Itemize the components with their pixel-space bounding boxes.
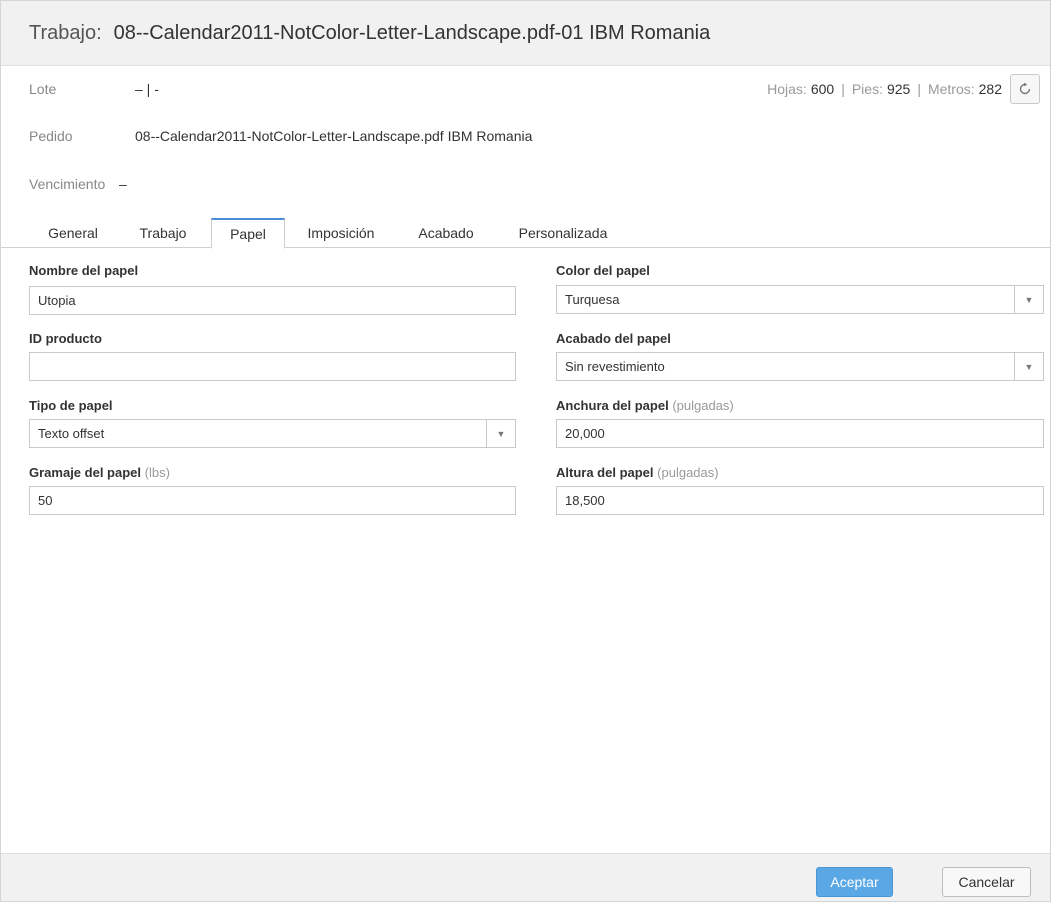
- lote-row: Lote – | -: [29, 77, 159, 101]
- hojas-value: 600: [810, 81, 835, 97]
- metros-label: Metros:: [927, 81, 975, 97]
- lote-value: – | -: [135, 81, 159, 97]
- stats-summary: Hojas: 600 | Pies: 925 | Metros: 282: [767, 77, 1002, 101]
- header-prefix: Trabajo:: [29, 21, 102, 44]
- vencimiento-value: –: [119, 176, 127, 192]
- color-papel-value: Turquesa: [565, 292, 620, 307]
- chevron-down-icon[interactable]: ▼: [486, 420, 515, 447]
- anchura-unit: (pulgadas): [672, 398, 734, 413]
- tab-imposicion[interactable]: Imposición: [293, 218, 389, 248]
- dialog-footer: Aceptar Cancelar: [1, 853, 1050, 901]
- refresh-icon: [1019, 82, 1031, 95]
- refresh-button[interactable]: [1010, 74, 1040, 104]
- nombre-papel-label: Nombre del papel: [29, 263, 139, 278]
- lote-label: Lote: [29, 81, 57, 97]
- vencimiento-row: Vencimiento –: [29, 172, 127, 196]
- pedido-value: 08--Calendar2011-NotColor-Letter-Landsca…: [135, 128, 533, 144]
- anchura-label-text: Anchura del papel: [556, 398, 669, 413]
- altura-papel-input[interactable]: 18,500: [556, 486, 1044, 515]
- anchura-papel-input[interactable]: 20,000: [556, 419, 1044, 448]
- pedido-label: Pedido: [29, 128, 73, 144]
- pies-value: 925: [886, 81, 911, 97]
- tipo-papel-select[interactable]: Texto offset ▼: [29, 419, 516, 448]
- altura-papel-label: Altura del papel (pulgadas): [556, 465, 719, 480]
- cancel-button[interactable]: Cancelar: [942, 867, 1031, 897]
- accept-button[interactable]: Aceptar: [816, 867, 893, 897]
- stats-separator: |: [917, 81, 921, 97]
- tipo-papel-value: Texto offset: [38, 426, 105, 441]
- gramaje-papel-input[interactable]: 50: [29, 486, 516, 515]
- tipo-papel-label: Tipo de papel: [29, 398, 113, 413]
- altura-unit: (pulgadas): [657, 465, 719, 480]
- nombre-papel-input[interactable]: Utopia: [29, 286, 516, 315]
- tab-personalizada[interactable]: Personalizada: [503, 218, 623, 248]
- color-papel-label: Color del papel: [556, 263, 650, 278]
- pies-label: Pies:: [851, 81, 883, 97]
- dialog-header: Trabajo: 08--Calendar2011-NotColor-Lette…: [1, 1, 1050, 66]
- hojas-label: Hojas:: [767, 81, 807, 97]
- gramaje-label-text: Gramaje del papel: [29, 465, 141, 480]
- stats-separator: |: [841, 81, 845, 97]
- tab-general[interactable]: General: [31, 218, 115, 248]
- anchura-papel-label: Anchura del papel (pulgadas): [556, 398, 734, 413]
- metros-value: 282: [978, 81, 1002, 97]
- id-producto-label: ID producto: [29, 331, 102, 346]
- tab-acabado[interactable]: Acabado: [403, 218, 489, 248]
- pedido-row: Pedido 08--Calendar2011-NotColor-Letter-…: [29, 124, 532, 148]
- acabado-papel-label: Acabado del papel: [556, 331, 671, 346]
- chevron-down-icon[interactable]: ▼: [1014, 286, 1043, 313]
- acabado-papel-select[interactable]: Sin revestimiento ▼: [556, 352, 1044, 381]
- page-title: 08--Calendar2011-NotColor-Letter-Landsca…: [113, 21, 711, 44]
- job-dialog: Trabajo: 08--Calendar2011-NotColor-Lette…: [0, 0, 1051, 902]
- tab-bar: General Trabajo Papel Imposición Acabado…: [1, 218, 1050, 249]
- vencimiento-label: Vencimiento: [29, 176, 106, 192]
- tab-papel[interactable]: Papel: [211, 218, 285, 249]
- id-producto-input[interactable]: [29, 352, 516, 381]
- gramaje-unit: (lbs): [144, 465, 170, 480]
- tab-trabajo[interactable]: Trabajo: [121, 218, 205, 248]
- acabado-papel-value: Sin revestimiento: [565, 359, 665, 374]
- color-papel-select[interactable]: Turquesa ▼: [556, 285, 1044, 314]
- chevron-down-icon[interactable]: ▼: [1014, 353, 1043, 380]
- gramaje-papel-label: Gramaje del papel (lbs): [29, 465, 170, 480]
- altura-label-text: Altura del papel: [556, 465, 654, 480]
